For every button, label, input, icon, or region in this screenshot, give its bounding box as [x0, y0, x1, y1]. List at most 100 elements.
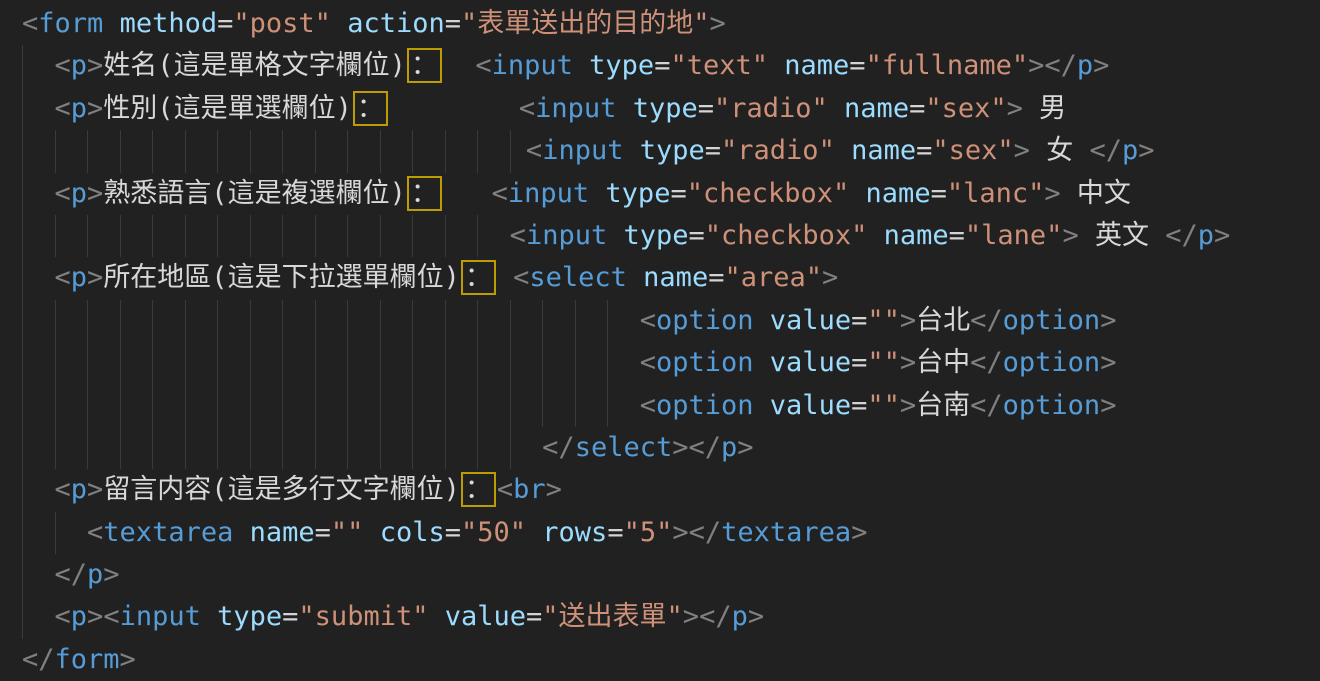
code-token-punct: > — [710, 8, 726, 39]
code-token-text: 英文 — [1079, 220, 1166, 251]
code-token-text — [22, 305, 640, 336]
code-token-text — [22, 220, 510, 251]
indent-guide — [185, 130, 186, 172]
code-line[interactable]: <p>性別(這是單選欄位)： <input type="radio" name=… — [0, 88, 1320, 130]
code-token-text — [754, 347, 770, 378]
code-token-equals: = — [851, 305, 867, 336]
code-token-text — [616, 93, 632, 124]
code-token-text: 性別(這是單選欄位) — [103, 93, 352, 124]
indent-guide — [445, 130, 446, 172]
indent-guide — [380, 215, 381, 257]
indent-guide — [120, 300, 121, 342]
code-token-attr: action — [347, 8, 445, 39]
code-token-string: "fullname" — [866, 50, 1029, 81]
code-token-string: "" — [867, 347, 900, 378]
indent-guide — [22, 385, 23, 427]
code-token-attr: name — [866, 178, 931, 209]
code-token-punct: </ — [689, 432, 722, 463]
code-token-punct: > — [87, 93, 103, 124]
code-line[interactable]: <option value="">台南</option> — [0, 385, 1320, 427]
code-line[interactable]: <option value="">台北</option> — [0, 300, 1320, 342]
code-token-attr: name — [784, 50, 849, 81]
code-line[interactable]: <textarea name="" cols="50" rows="5"></t… — [0, 512, 1320, 554]
code-token-text — [22, 474, 55, 505]
code-line[interactable]: <p>留言内容(這是多行文字欄位)：<br> — [0, 469, 1320, 511]
code-token-equals: = — [282, 601, 298, 632]
indent-guide — [22, 512, 23, 554]
indent-guide — [152, 215, 153, 257]
code-token-tag: p — [71, 262, 87, 293]
code-token-text — [497, 262, 513, 293]
code-token-equals: = — [849, 50, 865, 81]
code-token-punct: > — [1138, 135, 1154, 166]
code-token-equals: = — [526, 601, 542, 632]
code-token-text — [849, 178, 865, 209]
code-token-attr: type — [633, 93, 698, 124]
indent-guide — [22, 215, 23, 257]
indent-guide — [22, 427, 23, 469]
code-line[interactable]: <form method="post" action="表單送出的目的地"> — [0, 3, 1320, 45]
indent-guide — [477, 342, 478, 384]
boxed-unicode-colon: ： — [407, 48, 442, 83]
indent-guide — [510, 427, 511, 469]
code-token-attr: name — [851, 135, 916, 166]
code-token-punct: > — [672, 517, 688, 548]
indent-guide — [315, 342, 316, 384]
code-token-tag: select — [529, 262, 627, 293]
code-editor[interactable]: <form method="post" action="表單送出的目的地"> <… — [0, 0, 1320, 681]
code-token-string: "sex" — [932, 135, 1013, 166]
indent-guide — [87, 130, 88, 172]
code-token-punct: </ — [1165, 220, 1198, 251]
code-token-tag: option — [1003, 347, 1101, 378]
indent-guide — [87, 342, 88, 384]
indent-guide — [445, 215, 446, 257]
code-token-attr: rows — [542, 517, 607, 548]
code-token-text — [22, 178, 55, 209]
indent-guide — [185, 300, 186, 342]
code-token-punct: > — [1100, 390, 1116, 421]
code-line[interactable]: <p>姓名(這是單格文字欄位)： <input type="text" name… — [0, 45, 1320, 87]
code-token-text — [867, 220, 883, 251]
code-token-tag: p — [1122, 135, 1138, 166]
code-line[interactable]: <option value="">台中</option> — [0, 342, 1320, 384]
code-line[interactable]: <p><input type="submit" value="送出表單"></p… — [0, 596, 1320, 638]
indent-guide — [120, 130, 121, 172]
indent-guide — [120, 342, 121, 384]
indent-guide — [445, 300, 446, 342]
indent-guide — [152, 300, 153, 342]
indent-guide — [22, 130, 23, 172]
indent-guide — [542, 342, 543, 384]
indent-guide — [575, 342, 576, 384]
indent-guide — [152, 342, 153, 384]
code-token-punct: < — [640, 390, 656, 421]
indent-guide — [55, 427, 56, 469]
code-token-tag: p — [1077, 50, 1093, 81]
code-token-tag: form — [55, 644, 120, 675]
code-token-equals: = — [607, 517, 623, 548]
code-token-text — [22, 347, 640, 378]
indent-guide — [412, 385, 413, 427]
code-token-tag: p — [71, 93, 87, 124]
code-token-punct: < — [55, 93, 71, 124]
indent-guide — [477, 300, 478, 342]
code-token-punct: < — [55, 474, 71, 505]
indent-guide — [477, 427, 478, 469]
code-line[interactable]: <input type="radio" name="sex"> 女 </p> — [0, 130, 1320, 172]
indent-guide — [282, 130, 283, 172]
code-token-punct: > — [748, 601, 764, 632]
indent-guide — [250, 385, 251, 427]
indent-guide — [575, 300, 576, 342]
code-token-attr: value — [770, 305, 851, 336]
code-token-string: "" — [867, 390, 900, 421]
code-line[interactable]: </p> — [0, 554, 1320, 596]
code-token-punct: > — [87, 178, 103, 209]
code-line[interactable]: </form> — [0, 639, 1320, 681]
code-token-equals: = — [445, 517, 461, 548]
code-line[interactable]: <p>熟悉語言(這是複選欄位)： <input type="checkbox" … — [0, 173, 1320, 215]
code-token-equals: = — [217, 8, 233, 39]
code-line[interactable]: </select></p> — [0, 427, 1320, 469]
code-line[interactable]: <input type="checkbox" name="lane"> 英文 <… — [0, 215, 1320, 257]
code-line[interactable]: <p>所在地區(這是下拉選單欄位)： <select name="area"> — [0, 257, 1320, 299]
code-token-string: "checkbox" — [687, 178, 850, 209]
code-token-punct: < — [87, 517, 103, 548]
